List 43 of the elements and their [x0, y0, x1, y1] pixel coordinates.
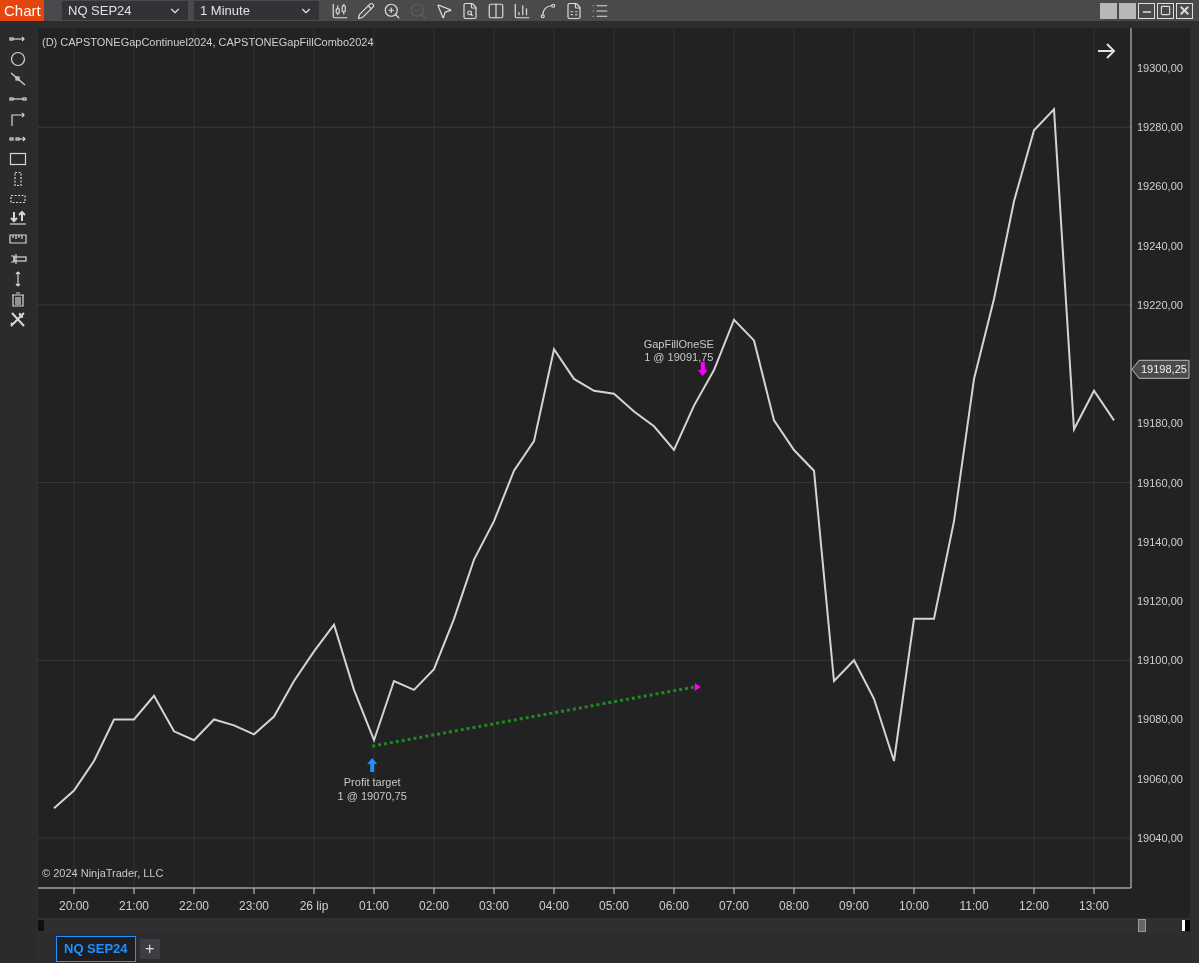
- instrument-dropdown[interactable]: NQ SEP24: [62, 1, 188, 20]
- price-label: 19140,00: [1137, 535, 1183, 548]
- time-label: 03:00: [479, 899, 509, 913]
- window-title: Chart: [0, 0, 44, 21]
- time-label: 09:00: [839, 899, 869, 913]
- time-label: 22:00: [179, 899, 209, 913]
- time-label: 13:00: [1079, 899, 1109, 913]
- time-label: 07:00: [719, 899, 749, 913]
- price-label: 19080,00: [1137, 713, 1183, 726]
- price-label: 19040,00: [1137, 831, 1183, 844]
- legend-text: (D) CAPSTONEGapContinuel2024, CAPSTONEGapFillCombo2024: [42, 36, 374, 48]
- time-label: 12:00: [1019, 899, 1049, 913]
- time-label: 08:00: [779, 899, 809, 913]
- price-label: 19260,00: [1137, 180, 1183, 193]
- time-label: 10:00: [899, 899, 929, 913]
- price-label: 19300,00: [1137, 62, 1183, 74]
- price-label: 19060,00: [1137, 772, 1183, 785]
- chart-tab[interactable]: NQ SEP24: [56, 936, 136, 962]
- price-label: 19240,00: [1137, 239, 1183, 252]
- add-tab-button[interactable]: +: [139, 939, 160, 959]
- price-label: 19220,00: [1137, 298, 1183, 311]
- time-label: 04:00: [539, 899, 569, 913]
- last-price-tag: 19198,25: [1131, 359, 1190, 379]
- price-label: 19160,00: [1137, 476, 1183, 489]
- time-label: 05:00: [599, 899, 629, 913]
- price-label: 19120,00: [1137, 595, 1183, 608]
- order-label: Profit target: [343, 776, 401, 788]
- order-label: GapFillOneSE: [643, 337, 714, 350]
- price-label: 19280,00: [1137, 121, 1183, 134]
- time-label: 06:00: [659, 899, 689, 913]
- time-label: 11:00: [959, 899, 989, 913]
- copyright-text: © 2024 NinjaTrader, LLC: [42, 867, 164, 879]
- time-label: 21:00: [119, 899, 149, 913]
- order-label: 1 @ 19070,75: [337, 790, 407, 802]
- time-label: 26 lip: [299, 899, 329, 913]
- order-label: 1 @ 19091,75: [644, 350, 714, 363]
- time-label: 20:00: [59, 899, 89, 913]
- time-label: 01:00: [359, 899, 389, 913]
- time-label: 23:00: [239, 899, 269, 913]
- time-label: 02:00: [419, 899, 449, 913]
- price-label: 19180,00: [1137, 417, 1183, 430]
- price-label: 19100,00: [1137, 654, 1183, 667]
- interval-dropdown[interactable]: 1 Minute: [194, 1, 319, 20]
